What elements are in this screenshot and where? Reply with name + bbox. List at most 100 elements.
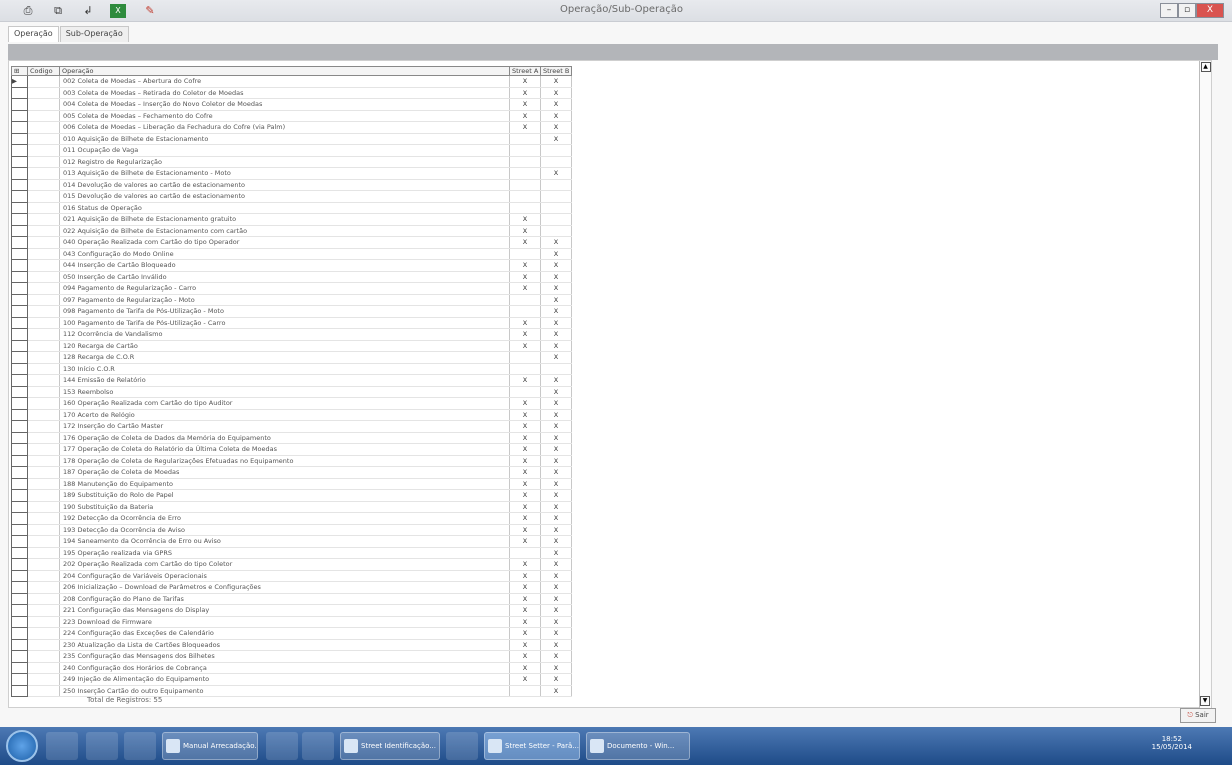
- row-selector[interactable]: [11, 121, 28, 134]
- row-selector[interactable]: [11, 247, 28, 260]
- table-row[interactable]: 022 Aquisição de Bilhete de Estacionamen…: [11, 224, 572, 237]
- row-selector[interactable]: [11, 339, 28, 352]
- row-selector[interactable]: [11, 420, 28, 433]
- row-selector[interactable]: [11, 604, 28, 617]
- row-selector[interactable]: [11, 316, 28, 329]
- taskbar-window-manual[interactable]: Manual Arrecadação...: [162, 732, 258, 760]
- explorer-icon[interactable]: [46, 732, 78, 760]
- table-row[interactable]: 005 Coleta de Moedas – Fechamento do Cof…: [11, 109, 572, 122]
- start-button[interactable]: [6, 730, 38, 762]
- row-selector[interactable]: [11, 178, 28, 191]
- row-selector[interactable]: [11, 650, 28, 663]
- table-row[interactable]: 016 Status de Operação: [11, 201, 572, 214]
- table-row[interactable]: 012 Registro de Regularização: [11, 155, 572, 168]
- table-row[interactable]: 176 Operação de Coleta de Dados da Memór…: [11, 431, 572, 444]
- table-row[interactable]: 190 Substituição da Bateria X X: [11, 500, 572, 513]
- row-selector[interactable]: [11, 615, 28, 628]
- row-selector[interactable]: [11, 282, 28, 295]
- export-icon[interactable]: ↲: [80, 4, 96, 18]
- table-row[interactable]: 043 Configuração do Modo Online X: [11, 247, 572, 260]
- row-selector[interactable]: [11, 512, 28, 525]
- row-selector[interactable]: [11, 592, 28, 605]
- table-row[interactable]: 015 Devolução de valores ao cartão de es…: [11, 190, 572, 203]
- row-selector[interactable]: [11, 190, 28, 203]
- row-selector[interactable]: [11, 167, 28, 180]
- row-selector[interactable]: [11, 86, 28, 99]
- row-selector[interactable]: [11, 673, 28, 686]
- table-row[interactable]: 097 Pagamento de Regularização - Moto X: [11, 293, 572, 306]
- table-row[interactable]: 221 Configuração das Mensagens do Displa…: [11, 604, 572, 617]
- row-selector[interactable]: [11, 627, 28, 640]
- table-row[interactable]: 249 Injeção de Alimentação do Equipament…: [11, 673, 572, 686]
- taskbar-window-documento[interactable]: Documento - Win...: [586, 732, 690, 760]
- scroll-up-icon[interactable]: ▲: [1200, 62, 1211, 72]
- table-row[interactable]: 177 Operação de Coleta do Relatório da Ú…: [11, 443, 572, 456]
- row-selector[interactable]: [11, 305, 28, 318]
- row-selector[interactable]: [11, 558, 28, 571]
- table-row[interactable]: 021 Aquisição de Bilhete de Estacionamen…: [11, 213, 572, 226]
- row-selector[interactable]: ▶: [11, 75, 28, 88]
- row-selector[interactable]: [11, 385, 28, 398]
- print-icon[interactable]: ⎙: [20, 4, 36, 18]
- table-row[interactable]: 044 Inserção de Cartão Bloqueado X X: [11, 259, 572, 272]
- row-selector[interactable]: [11, 293, 28, 306]
- table-row[interactable]: 195 Operação realizada via GPRS X: [11, 546, 572, 559]
- row-selector[interactable]: [11, 374, 28, 387]
- row-selector[interactable]: [11, 236, 28, 249]
- row-selector[interactable]: [11, 466, 28, 479]
- row-selector[interactable]: [11, 477, 28, 490]
- table-row[interactable]: 098 Pagamento de Tarifa de Pós-Utilizaçã…: [11, 305, 572, 318]
- table-row[interactable]: 014 Devolução de valores ao cartão de es…: [11, 178, 572, 191]
- table-row[interactable]: 204 Configuração de Variáveis Operaciona…: [11, 569, 572, 582]
- row-selector[interactable]: [11, 224, 28, 237]
- row-selector[interactable]: [11, 523, 28, 536]
- table-row[interactable]: 187 Operação de Coleta de Moedas X X: [11, 466, 572, 479]
- table-row[interactable]: 224 Configuração das Exceções de Calendá…: [11, 627, 572, 640]
- vertical-scrollbar[interactable]: ▲ ▼: [1199, 61, 1211, 709]
- row-selector[interactable]: [11, 109, 28, 122]
- row-selector[interactable]: [11, 270, 28, 283]
- row-selector[interactable]: [11, 638, 28, 651]
- table-row[interactable]: 189 Substituição do Rolo de Papel X X: [11, 489, 572, 502]
- table-row[interactable]: 003 Coleta de Moedas – Retirada do Colet…: [11, 86, 572, 99]
- table-row[interactable]: 120 Recarga de Cartão X X: [11, 339, 572, 352]
- row-selector[interactable]: [11, 201, 28, 214]
- table-row[interactable]: 144 Emissão de Relatório X X: [11, 374, 572, 387]
- sair-button[interactable]: ⎋ Sair: [1180, 708, 1216, 723]
- row-selector[interactable]: [11, 684, 28, 697]
- excel-icon[interactable]: X: [110, 4, 126, 18]
- row-selector[interactable]: [11, 661, 28, 674]
- table-row[interactable]: 050 Inserção de Cartão Inválido X X: [11, 270, 572, 283]
- row-selector[interactable]: [11, 144, 28, 157]
- row-selector[interactable]: [11, 155, 28, 168]
- table-row[interactable]: 004 Coleta de Moedas – Inserção do Novo …: [11, 98, 572, 111]
- row-selector[interactable]: [11, 535, 28, 548]
- table-row[interactable]: 208 Configuração do Plano de Tarifas X X: [11, 592, 572, 605]
- table-row[interactable]: 112 Ocorrência de Vandalismo X X: [11, 328, 572, 341]
- row-selector[interactable]: [11, 443, 28, 456]
- table-row[interactable]: 010 Aquisição de Bilhete de Estacionamen…: [11, 132, 572, 145]
- row-selector[interactable]: [11, 328, 28, 341]
- table-row[interactable]: 172 Inserção do Cartão Master X X: [11, 420, 572, 433]
- table-row[interactable]: 223 Download de Firmware X X: [11, 615, 572, 628]
- row-selector[interactable]: [11, 351, 28, 364]
- header-select[interactable]: ⊞: [11, 66, 28, 76]
- table-row[interactable]: 250 Inserção Cartão do outro Equipamento…: [11, 684, 572, 697]
- table-row[interactable]: 153 Reembolso X: [11, 385, 572, 398]
- table-row[interactable]: 235 Configuração das Mensagens dos Bilhe…: [11, 650, 572, 663]
- table-row[interactable]: 128 Recarga de C.O.R X: [11, 351, 572, 364]
- tab-operacao[interactable]: Operação: [8, 26, 59, 42]
- header-operacao[interactable]: Operação: [59, 66, 510, 76]
- row-selector[interactable]: [11, 132, 28, 145]
- row-selector[interactable]: [11, 454, 28, 467]
- row-selector[interactable]: [11, 362, 28, 375]
- row-selector[interactable]: [11, 397, 28, 410]
- folder-icon[interactable]: [266, 732, 298, 760]
- header-street-a[interactable]: Street A: [509, 66, 541, 76]
- header-street-b[interactable]: Street B: [540, 66, 572, 76]
- table-row[interactable]: 202 Operação Realizada com Cartão do tip…: [11, 558, 572, 571]
- tab-sub-operacao[interactable]: Sub-Operação: [59, 26, 129, 42]
- table-row[interactable]: 100 Pagamento de Tarifa de Pós-Utilizaçã…: [11, 316, 572, 329]
- table-row[interactable]: 130 Início C.O.R: [11, 362, 572, 375]
- table-row[interactable]: 178 Operação de Coleta de Regularizações…: [11, 454, 572, 467]
